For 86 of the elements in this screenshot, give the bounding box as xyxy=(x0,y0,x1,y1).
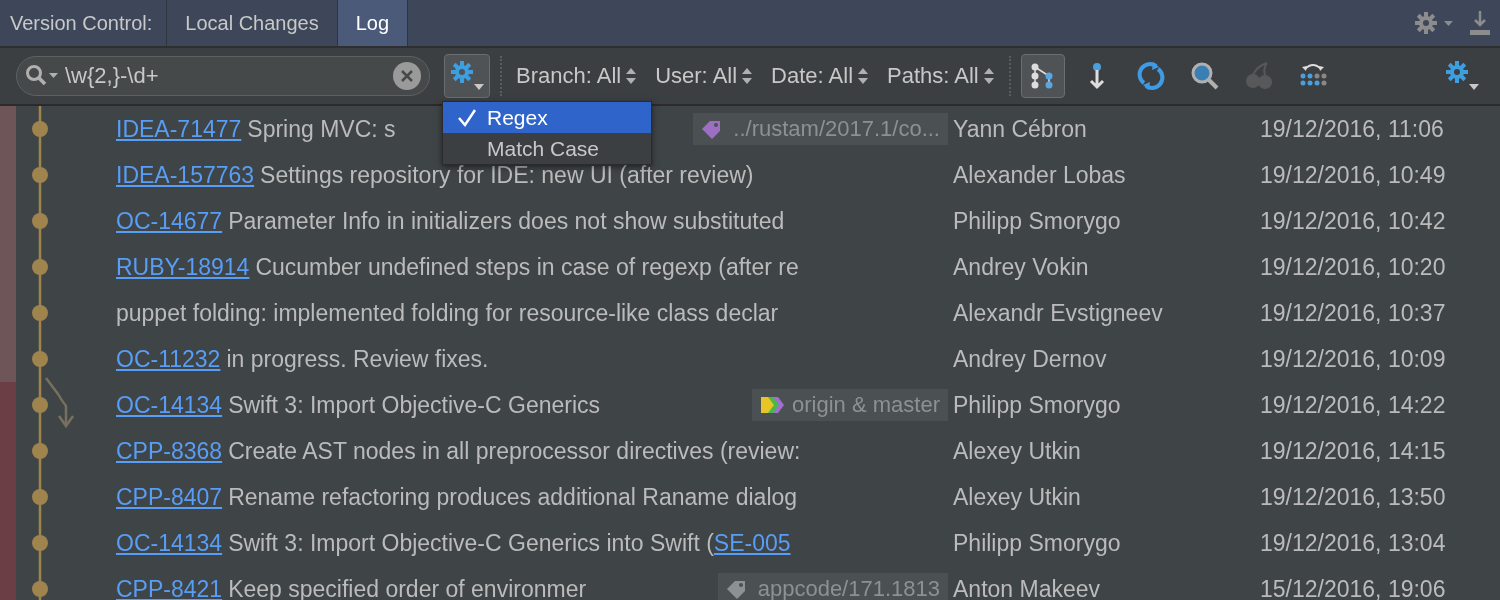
commit-node xyxy=(32,305,48,321)
commit-message: Parameter Info in initializers does not show substituted xyxy=(228,207,785,235)
settings-icon xyxy=(1445,60,1479,92)
issue-link[interactable]: OC-14134 xyxy=(116,529,223,557)
issue-link[interactable]: OC-11232 xyxy=(116,345,221,373)
tab[interactable]: Local Changes xyxy=(167,0,338,46)
menu-item[interactable]: Regex xyxy=(443,102,651,133)
search-options-button[interactable] xyxy=(444,54,490,98)
date-cell-text: 19/12/2016, 10:37 xyxy=(1260,299,1447,327)
commit-node xyxy=(32,167,48,183)
clear-button[interactable] xyxy=(393,62,421,90)
date-cell-text: 15/12/2016, 19:06 xyxy=(1260,575,1447,600)
search-field[interactable]: \w{2,}-\d+ xyxy=(16,56,430,96)
toolbar-button[interactable] xyxy=(1020,54,1065,98)
commit-node xyxy=(32,443,48,459)
author-cell-text: Alexey Utkin xyxy=(952,483,1082,511)
tab[interactable]: Log xyxy=(337,0,409,46)
date-cell-text: 19/12/2016, 10:20 xyxy=(1260,253,1447,281)
tag-label: origin & master xyxy=(792,392,940,418)
download-icon[interactable] xyxy=(1468,9,1492,37)
author-cell-text: Philipp Smorygo xyxy=(952,529,1122,557)
commit-message: in progress. Review fixes. xyxy=(226,345,489,373)
filter-dropdown[interactable]: Branch: All xyxy=(512,63,642,89)
author-cell-text: Anton Makeev xyxy=(952,575,1102,600)
issue-link[interactable]: CPP-8368 xyxy=(116,437,223,465)
filter-dropdown[interactable]: Date: All xyxy=(767,63,874,89)
sort-arrows-icon xyxy=(625,66,638,86)
refresh-icon xyxy=(1135,61,1166,91)
sort-arrows-icon xyxy=(741,66,754,86)
tag-label: ../rustam/2017.1/co... xyxy=(733,116,940,142)
search-icon xyxy=(1189,61,1220,91)
author-cell-text: Yann Cébron xyxy=(952,115,1088,143)
commit-node xyxy=(32,121,48,137)
issue-link[interactable]: SE-005 xyxy=(713,529,791,557)
commit-message: Cucumber undefined steps in case of regexp (after re xyxy=(255,253,799,281)
author-cell-text: Andrey Dernov xyxy=(952,345,1108,373)
filter-dropdown[interactable]: User: All xyxy=(651,63,758,89)
commit-node xyxy=(32,535,48,551)
commit-message: Create AST nodes in all preprocessor directives (review: xyxy=(228,437,801,465)
author-cell-text: Alexander Lobas xyxy=(952,161,1127,189)
author-cell-text: Philipp Smorygo xyxy=(952,391,1122,419)
sort-arrows-icon xyxy=(982,66,995,86)
date-cell-text: 19/12/2016, 10:09 xyxy=(1260,345,1447,373)
commit-node xyxy=(32,581,48,597)
date-cell-text: 19/12/2016, 14:22 xyxy=(1260,391,1447,419)
commit-node xyxy=(32,397,48,413)
sort-arrows-icon xyxy=(857,66,870,86)
settings-icon[interactable] xyxy=(1414,11,1454,35)
date-cell-text: 19/12/2016, 13:04 xyxy=(1260,529,1447,557)
issue-link[interactable]: IDEA-157763 xyxy=(116,161,255,189)
issue-link[interactable]: RUBY-18914 xyxy=(116,253,250,281)
commit-message: Swift 3: Import Objective-C Generics xyxy=(228,391,601,419)
commit-message: Spring MVC: s xyxy=(247,115,396,143)
tag-icon xyxy=(760,395,787,415)
tag-label: appcode/171.1813 xyxy=(757,576,940,600)
cherries-icon xyxy=(1243,61,1274,91)
merge-arrow xyxy=(45,377,75,429)
date-cell-text: 19/12/2016, 11:06 xyxy=(1260,115,1445,143)
commit-node xyxy=(32,259,48,275)
panel-title: Version Control: xyxy=(0,0,168,46)
date-cell-text: 19/12/2016, 14:15 xyxy=(1260,437,1447,465)
issue-link[interactable]: CPP-8407 xyxy=(116,483,223,511)
date-cell-text: 19/12/2016, 13:50 xyxy=(1260,483,1447,511)
commit-node xyxy=(32,489,48,505)
commit-node xyxy=(32,213,48,229)
commit-message: Rename refactoring produces additional Raname dialog xyxy=(228,483,798,511)
close-icon xyxy=(400,69,414,83)
issue-link[interactable]: IDEA-71477 xyxy=(116,115,242,143)
author-cell-text: Philipp Smorygo xyxy=(952,207,1122,235)
settings-icon xyxy=(450,60,484,92)
author-cell-text: Andrey Vokin xyxy=(952,253,1090,281)
author-cell-text: Alexandr Evstigneev xyxy=(952,299,1164,327)
date-cell-text: 19/12/2016, 10:49 xyxy=(1260,161,1447,189)
search-input[interactable]: \w{2,}-\d+ xyxy=(63,62,389,90)
issue-link[interactable]: OC-14134 xyxy=(116,391,223,419)
commit-message: puppet folding: implemented folding for resource-like class declar xyxy=(116,299,779,327)
commit-node xyxy=(32,351,48,367)
commit-message: Swift 3: Import Objective-C Generics into Swift ( xyxy=(228,529,714,557)
author-cell-text: Alexey Utkin xyxy=(952,437,1082,465)
commit-message: Settings repository for IDE: new UI (after review) xyxy=(260,161,754,189)
filter-dropdown[interactable]: Paths: All xyxy=(883,63,999,89)
menu-item[interactable]: Match Case xyxy=(443,133,651,164)
search-icon xyxy=(25,64,59,88)
issue-link[interactable]: CPP-8421 xyxy=(116,575,223,600)
issue-link[interactable]: OC-14677 xyxy=(116,207,223,235)
date-cell-text: 19/12/2016, 10:42 xyxy=(1260,207,1447,235)
